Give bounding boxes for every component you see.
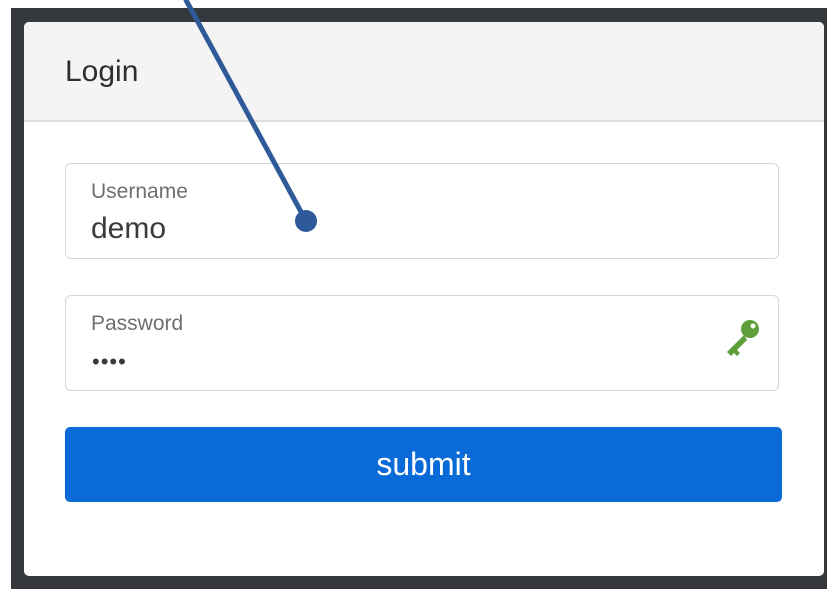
login-card: Login Username demo Password •••• submit <box>24 22 824 576</box>
username-label: Username <box>91 180 188 203</box>
login-card-header: Login <box>24 22 824 122</box>
password-label: Password <box>91 312 184 335</box>
password-input[interactable]: •••• <box>92 349 127 375</box>
submit-button[interactable]: submit <box>65 427 782 502</box>
key-icon[interactable] <box>720 316 764 360</box>
login-title: Login <box>65 55 139 88</box>
password-field[interactable]: Password •••• <box>65 295 779 391</box>
username-input[interactable]: demo <box>91 212 166 246</box>
username-field[interactable]: Username demo <box>65 163 779 259</box>
